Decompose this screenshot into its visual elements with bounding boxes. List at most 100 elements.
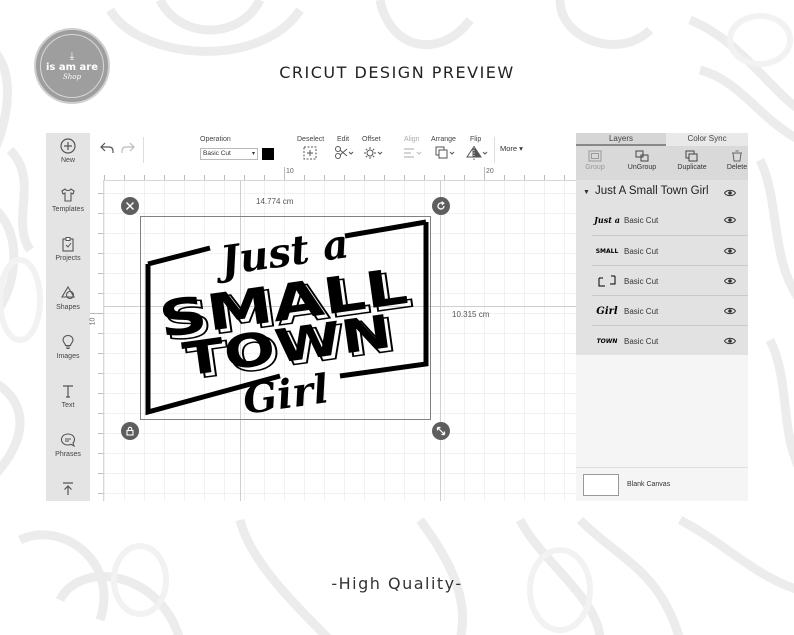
sidebar-item-projects[interactable]: Projects <box>46 236 90 262</box>
left-sidebar: New Templates Projects Shapes Images Tex… <box>46 133 90 501</box>
sidebar-label: Text <box>61 402 75 409</box>
resize-arrows-icon <box>436 426 446 436</box>
layer-row[interactable]: SMALL Basic Cut <box>592 235 748 265</box>
sidebar-label: New <box>60 157 75 164</box>
layer-row[interactable]: Girl Basic Cut <box>592 295 748 325</box>
layer-operation: Basic Cut <box>624 277 659 286</box>
sidebar-label: Phrases <box>55 451 81 458</box>
eye-icon[interactable] <box>724 246 736 256</box>
speech-icon <box>60 433 76 448</box>
ungroup-button[interactable]: UnGroup <box>622 150 662 171</box>
lock-handle[interactable] <box>121 422 139 440</box>
panel-tabs: Layers Color Sync <box>576 133 748 146</box>
shirt-icon <box>61 188 75 202</box>
ungroup-label: UnGroup <box>627 164 657 171</box>
eye-icon[interactable] <box>724 276 736 286</box>
more-button[interactable]: More ▾ <box>500 144 523 153</box>
lock-icon <box>126 426 134 436</box>
sidebar-label: Projects <box>55 255 81 262</box>
deselect-label: Deselect <box>297 136 325 143</box>
blank-canvas-swatch[interactable] <box>583 474 619 496</box>
cricut-app-window: New Templates Projects Shapes Images Tex… <box>46 133 748 501</box>
flip-label: Flip <box>470 136 482 143</box>
sidebar-item-text[interactable]: Text <box>46 383 90 409</box>
sidebar-label: Images <box>56 353 80 360</box>
layer-group-row[interactable]: ▼ Just A Small Town Girl <box>576 180 748 206</box>
layer-thumbnail: SMALL <box>594 243 620 259</box>
upload-icon <box>63 482 73 495</box>
sidebar-label: Shapes <box>56 304 80 311</box>
close-icon <box>126 202 134 210</box>
group-label: Group <box>585 164 605 171</box>
blank-canvas-row[interactable]: Blank Canvas <box>576 467 748 501</box>
resize-handle[interactable] <box>432 422 450 440</box>
sidebar-item-upload[interactable] <box>46 481 90 497</box>
layer-thumb-text: SMALL <box>595 247 619 255</box>
ruler-tick-label: 10 <box>89 317 97 326</box>
design-canvas[interactable]: 14.774 cm 10.315 cm Just a SMALL SMALL T… <box>104 180 576 501</box>
design-artwork[interactable]: Just a SMALL SMALL TOWN TOWN Girl <box>140 216 431 420</box>
eye-icon[interactable] <box>724 188 736 198</box>
clipboard-icon <box>62 237 74 252</box>
color-swatch[interactable] <box>262 148 274 160</box>
flip-icon[interactable] <box>466 146 488 160</box>
layer-row[interactable]: Just a Basic Cut <box>592 205 748 235</box>
group-name: Just A Small Town Girl <box>595 185 709 197</box>
layer-thumbnail <box>594 273 620 289</box>
layer-row[interactable]: Basic Cut <box>592 265 748 295</box>
edit-label: Edit <box>337 136 350 143</box>
group-button[interactable]: Group <box>580 150 610 171</box>
layer-thumb-text: Girl <box>596 305 618 317</box>
delete-button[interactable]: Delete <box>722 150 748 171</box>
duplicate-label: Duplicate <box>677 164 707 171</box>
footer-text: -High Quality- <box>331 574 463 593</box>
undo-icon[interactable] <box>100 142 114 154</box>
plus-circle-icon <box>60 138 76 154</box>
height-dimension-label: 10.315 cm <box>452 310 490 319</box>
arrange-label: Arrange <box>431 136 456 143</box>
tab-color-sync[interactable]: Color Sync <box>666 133 748 146</box>
layer-thumb-text: TOWN <box>596 337 618 345</box>
align-icon[interactable] <box>403 147 423 159</box>
edit-scissors-icon[interactable] <box>334 146 354 160</box>
top-ruler: 10 20 <box>90 167 576 181</box>
ruler-tick-label: 20 <box>486 168 494 175</box>
top-ruler-ticks <box>104 167 565 180</box>
offset-label: Offset <box>362 136 381 143</box>
tab-layers[interactable]: Layers <box>576 133 666 146</box>
layer-operation: Basic Cut <box>624 216 659 225</box>
left-ruler: 10 <box>89 180 104 501</box>
bracket-shape-icon <box>598 275 616 287</box>
caret-down-icon: ▼ <box>583 189 590 196</box>
sidebar-item-new[interactable]: New <box>46 138 90 164</box>
align-label: Align <box>404 136 420 143</box>
left-ruler-ticks <box>90 193 103 494</box>
sidebar-item-images[interactable]: Images <box>46 334 90 360</box>
blank-canvas-label: Blank Canvas <box>627 481 671 488</box>
page-title: CRICUT DESIGN PREVIEW <box>279 63 515 82</box>
rotate-handle[interactable] <box>432 197 450 215</box>
sidebar-item-phrases[interactable]: Phrases <box>46 432 90 458</box>
deselect-icon[interactable] <box>303 146 317 160</box>
eye-icon[interactable] <box>724 306 736 316</box>
eye-icon[interactable] <box>724 336 736 346</box>
sidebar-item-templates[interactable]: Templates <box>46 187 90 213</box>
operation-value: Basic Cut <box>203 150 231 157</box>
chevron-down-icon: ▾ <box>251 151 255 157</box>
duplicate-icon <box>685 150 698 162</box>
duplicate-button[interactable]: Duplicate <box>672 150 712 171</box>
ungroup-icon <box>635 150 649 162</box>
arrange-icon[interactable] <box>435 146 455 160</box>
more-label: More <box>500 144 518 153</box>
layer-operation: Basic Cut <box>624 337 659 346</box>
operation-select[interactable]: Basic Cut ▾ <box>200 148 258 160</box>
redo-icon[interactable] <box>121 142 135 154</box>
delete-handle[interactable] <box>121 197 139 215</box>
sidebar-item-shapes[interactable]: Shapes <box>46 285 90 311</box>
rotate-icon <box>437 201 445 210</box>
offset-icon[interactable] <box>363 146 383 160</box>
shapes-icon <box>61 285 75 300</box>
layer-thumbnail: Just a <box>594 212 620 228</box>
eye-icon[interactable] <box>724 215 736 225</box>
layer-row[interactable]: TOWN Basic Cut <box>592 325 748 355</box>
